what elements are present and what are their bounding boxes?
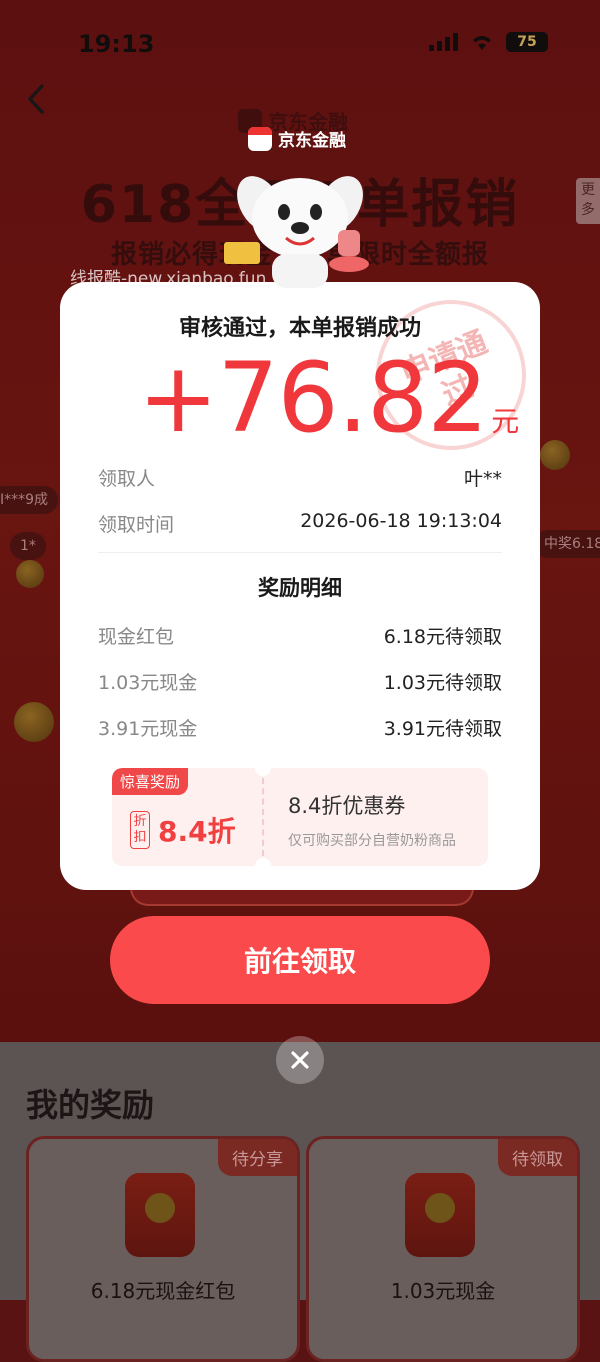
reward-card[interactable]: 待分享 6.18元现金红包 bbox=[26, 1136, 300, 1362]
brand-logo-icon bbox=[248, 126, 272, 151]
brand-name: 京东金融 bbox=[278, 131, 346, 151]
info-value: 2026-06-18 19:13:04 bbox=[300, 510, 502, 532]
amount-value: +76.82 bbox=[138, 342, 488, 454]
info-label: 领取时间 bbox=[98, 514, 175, 536]
detail-row: 现金红包 6.18元待领取 bbox=[98, 622, 502, 649]
coupon-discount: 折扣 8.4折 bbox=[130, 810, 236, 850]
close-modal-button[interactable] bbox=[276, 1036, 324, 1084]
discount-badge: 折扣 bbox=[130, 811, 150, 849]
reward-status-badge: 待分享 bbox=[218, 1139, 297, 1176]
coupon-name: 8.4折优惠券 bbox=[288, 794, 406, 818]
watermark: 线报酷-new.xianbao.fun bbox=[70, 269, 267, 289]
rewards-title: 我的奖励 bbox=[26, 1086, 155, 1124]
coupon-card[interactable]: 惊喜奖励 折扣 8.4折 8.4折优惠券 仅可购买部分自营奶粉商品 bbox=[112, 768, 488, 866]
coupon-tag: 惊喜奖励 bbox=[112, 768, 189, 795]
brand-logo: 京东金融 bbox=[248, 126, 346, 151]
red-envelope-icon bbox=[125, 1173, 195, 1257]
coupon-notch bbox=[255, 768, 271, 776]
reward-status-badge: 待领取 bbox=[498, 1139, 577, 1176]
reimbursed-amount: +76.82 元 bbox=[138, 342, 519, 454]
modal-title: 审核通过，本单报销成功 bbox=[178, 316, 421, 341]
claim-button[interactable]: 前往领取 bbox=[110, 916, 490, 1004]
discount-value: 8.4折 bbox=[158, 815, 236, 848]
detail-row: 3.91元现金 3.91元待领取 bbox=[98, 714, 502, 741]
coupon-separator bbox=[262, 778, 264, 856]
info-value: 叶** bbox=[463, 468, 502, 490]
reward-card[interactable]: 待领取 1.03元现金 bbox=[306, 1136, 580, 1362]
info-label: 领取人 bbox=[98, 468, 156, 490]
info-row-time: 领取时间 2026-06-18 19:13:04 bbox=[98, 510, 502, 537]
detail-value: 1.03元待领取 bbox=[383, 672, 502, 694]
red-envelope-icon bbox=[405, 1173, 475, 1257]
detail-label: 现金红包 bbox=[98, 626, 175, 648]
detail-value: 3.91元待领取 bbox=[383, 718, 502, 740]
close-icon bbox=[291, 1051, 309, 1069]
detail-row: 1.03元现金 1.03元待领取 bbox=[98, 668, 502, 695]
divider bbox=[98, 552, 502, 553]
reimbursement-success-modal: 申请通过 审核通过，本单报销成功 +76.82 元 领取人 叶** 领取时间 2… bbox=[60, 282, 540, 890]
coupon-description: 仅可购买部分自营奶粉商品 bbox=[288, 833, 456, 849]
amount-unit: 元 bbox=[491, 405, 520, 438]
reward-detail-title: 奖励明细 bbox=[258, 576, 342, 600]
detail-label: 1.03元现金 bbox=[98, 672, 198, 694]
info-row-recipient: 领取人 叶** bbox=[98, 464, 502, 491]
detail-value: 6.18元待领取 bbox=[383, 626, 502, 648]
coupon-notch bbox=[255, 858, 271, 866]
detail-label: 3.91元现金 bbox=[98, 718, 198, 740]
